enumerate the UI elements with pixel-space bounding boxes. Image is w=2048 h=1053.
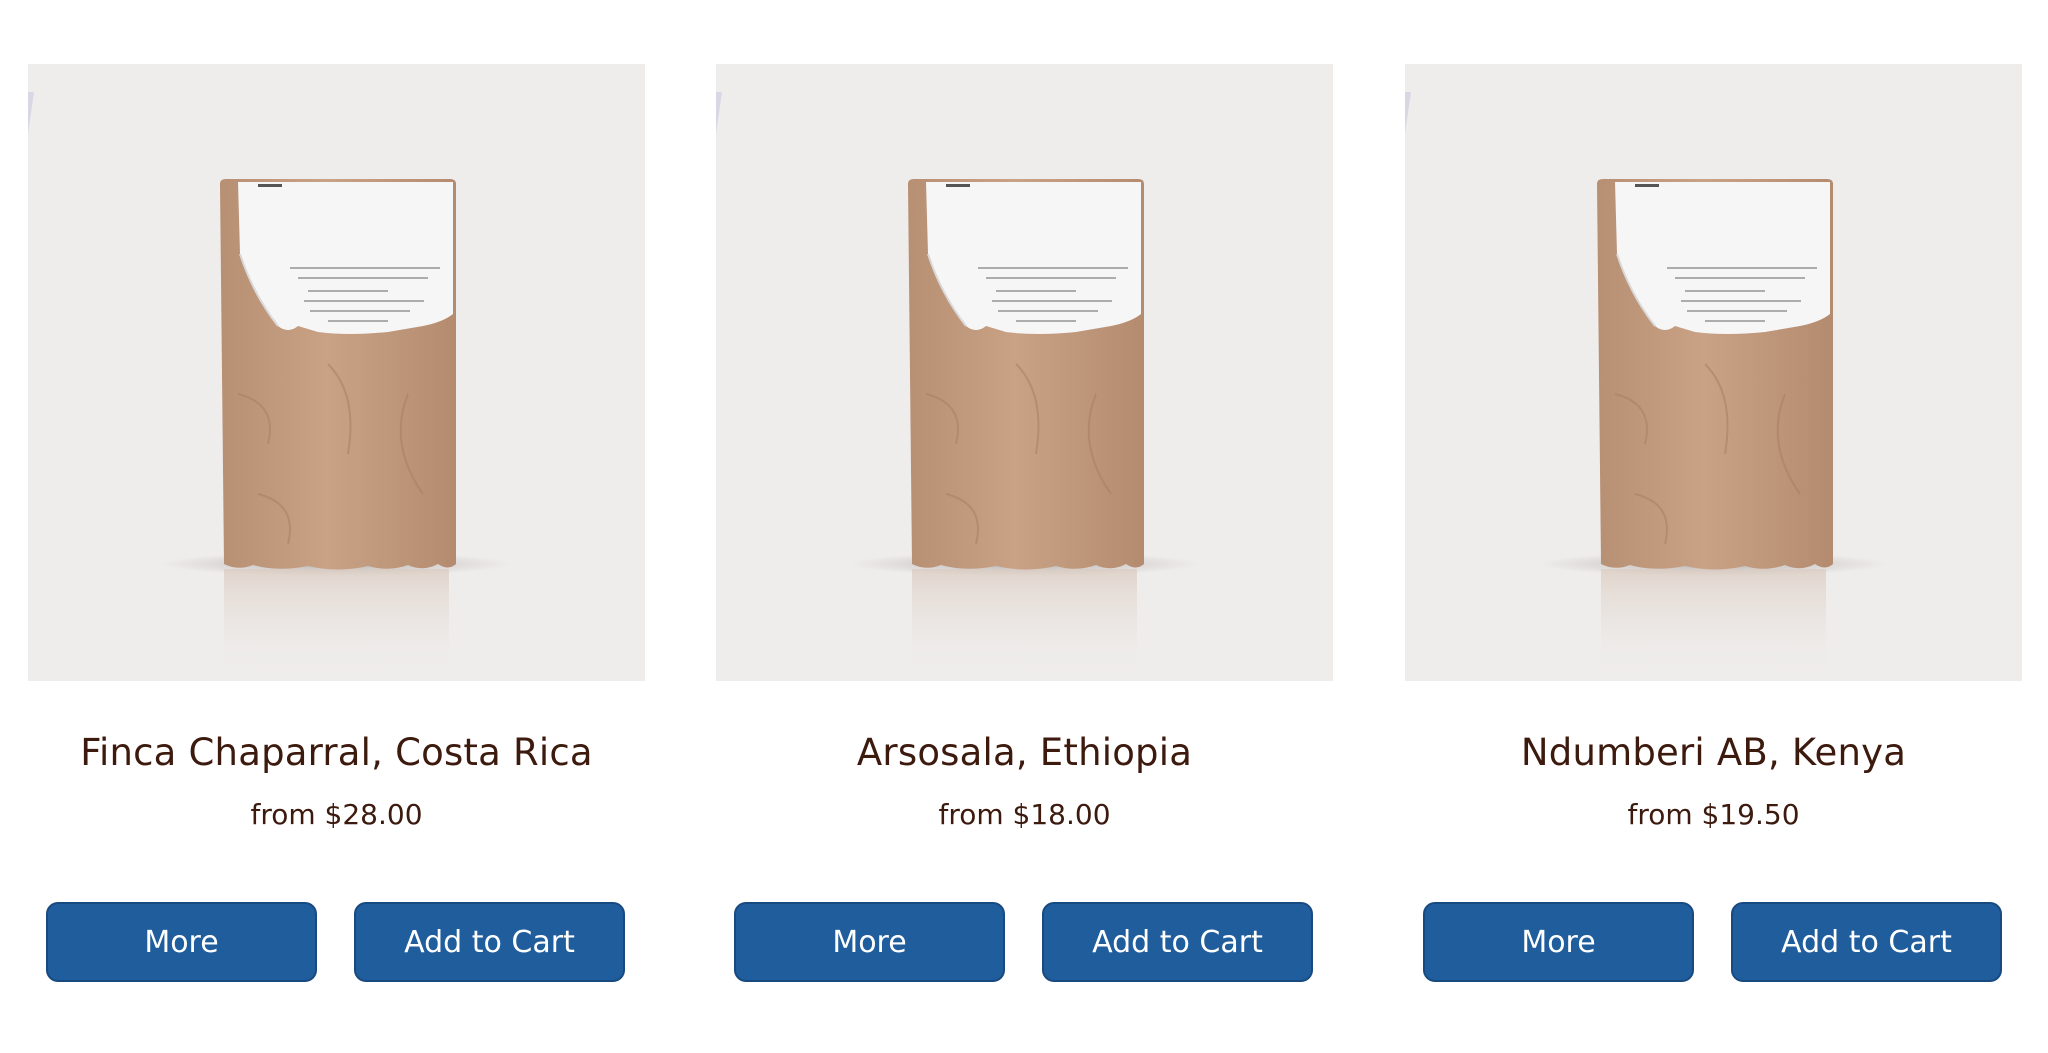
product-card: Arsosala, Ethiopia from $18.00 More Add … bbox=[716, 64, 1333, 1024]
product-grid: Finca Chaparral, Costa Rica from $28.00 … bbox=[0, 0, 2048, 1053]
more-button[interactable]: More bbox=[1423, 902, 1694, 982]
product-name[interactable]: Arsosala, Ethiopia bbox=[716, 731, 1333, 774]
product-card: Finca Chaparral, Costa Rica from $28.00 … bbox=[28, 64, 645, 1024]
product-name[interactable]: Ndumberi AB, Kenya bbox=[1405, 731, 2022, 774]
more-button[interactable]: More bbox=[46, 902, 317, 982]
product-price: from $18.00 bbox=[938, 798, 1111, 831]
product-name[interactable]: Finca Chaparral, Costa Rica bbox=[28, 731, 645, 774]
more-button[interactable]: More bbox=[734, 902, 1005, 982]
product-card: Ndumberi AB, Kenya from $19.50 More Add … bbox=[1405, 64, 2022, 1024]
product-price: from $19.50 bbox=[1627, 798, 1800, 831]
add-to-cart-button[interactable]: Add to Cart bbox=[1042, 902, 1313, 982]
add-to-cart-button[interactable]: Add to Cart bbox=[354, 902, 625, 982]
product-image[interactable] bbox=[1405, 64, 2022, 681]
product-image[interactable] bbox=[28, 64, 645, 681]
product-price: from $28.00 bbox=[250, 798, 423, 831]
product-image[interactable] bbox=[716, 64, 1333, 681]
add-to-cart-button[interactable]: Add to Cart bbox=[1731, 902, 2002, 982]
